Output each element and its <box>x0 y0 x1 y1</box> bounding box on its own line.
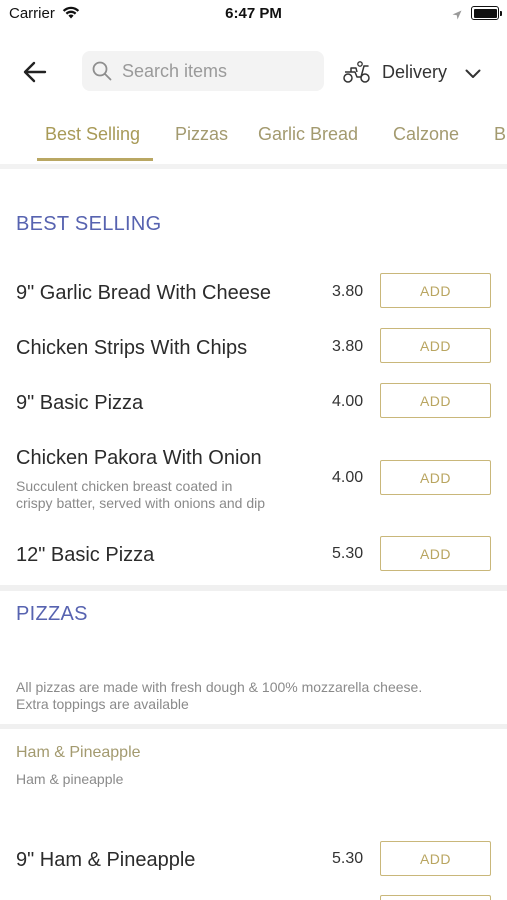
add-button[interactable]: ADD <box>380 273 491 308</box>
item-price: 5.30 <box>332 850 364 867</box>
header-divider <box>0 164 507 169</box>
delivery-mode-selector[interactable]: Delivery <box>342 55 492 89</box>
tab-garlic-bread[interactable]: Garlic Bread <box>258 124 358 145</box>
group-title: Ham & Pineapple <box>16 744 141 761</box>
location-arrow-icon <box>452 7 462 24</box>
section-title-pizzas: PIZZAS <box>16 603 88 625</box>
section-divider <box>0 724 507 729</box>
tab-best-selling[interactable]: Best Selling <box>45 124 140 145</box>
item-name: Chicken Strips With Chips <box>16 337 248 359</box>
item-name: 9" Ham & Pineapple <box>16 849 196 871</box>
item-description-line-2: crispy batter, served with onions and di… <box>16 495 266 511</box>
item-name: Chicken Pakora With Onion <box>16 447 262 469</box>
active-tab-indicator <box>37 158 153 161</box>
tab-partial[interactable]: B <box>494 124 506 145</box>
menu-item: Chicken Pakora With Onion Succulent chic… <box>0 440 507 520</box>
item-price: 4.00 <box>332 393 364 410</box>
back-button[interactable] <box>20 58 50 86</box>
add-button[interactable]: ADD <box>380 383 491 418</box>
search-bar[interactable] <box>82 51 324 91</box>
tab-pizzas[interactable]: Pizzas <box>175 124 228 145</box>
tab-calzone[interactable]: Calzone <box>393 124 459 145</box>
group-description: Ham & pineapple <box>16 771 124 787</box>
menu-item: 12" Basic Pizza 5.30 ADD <box>0 534 507 578</box>
section-divider <box>0 585 507 591</box>
item-price: 3.80 <box>332 283 364 300</box>
add-button[interactable]: ADD <box>380 328 491 363</box>
status-bar: Carrier 6:47 PM <box>0 0 507 28</box>
section-note-line-2: Extra toppings are available <box>16 696 189 712</box>
battery-icon <box>471 6 502 20</box>
menu-item: 9" Ham & Pineapple 5.30 ADD <box>0 838 507 882</box>
item-price: 4.00 <box>332 469 364 486</box>
back-arrow-icon <box>23 61 47 83</box>
chevron-down-icon <box>465 66 481 84</box>
add-button[interactable] <box>380 895 491 900</box>
item-name: 9" Basic Pizza <box>16 392 144 414</box>
item-name: 12" Basic Pizza <box>16 544 155 566</box>
category-tabs: Best Selling Pizzas Garlic Bread Calzone… <box>0 110 507 165</box>
add-button[interactable]: ADD <box>380 841 491 876</box>
item-price: 3.80 <box>332 338 364 355</box>
item-description-line-1: Succulent chicken breast coated in <box>16 478 233 494</box>
delivery-label: Delivery <box>382 62 448 82</box>
search-icon <box>92 61 112 86</box>
search-input[interactable] <box>122 51 317 91</box>
menu-item: 9" Basic Pizza 4.00 ADD <box>0 380 507 424</box>
item-name: 9" Garlic Bread With Cheese <box>16 282 271 304</box>
add-button[interactable]: ADD <box>380 536 491 571</box>
scooter-icon <box>342 60 372 89</box>
add-button[interactable]: ADD <box>380 460 491 495</box>
section-note-line-1: All pizzas are made with fresh dough & 1… <box>16 679 423 695</box>
section-title-best-selling: BEST SELLING <box>16 213 162 235</box>
status-time: 6:47 PM <box>225 5 282 22</box>
menu-item: 9" Garlic Bread With Cheese 3.80 ADD <box>0 270 507 314</box>
menu-item: Chicken Strips With Chips 3.80 ADD <box>0 325 507 369</box>
item-price: 5.30 <box>332 545 364 562</box>
